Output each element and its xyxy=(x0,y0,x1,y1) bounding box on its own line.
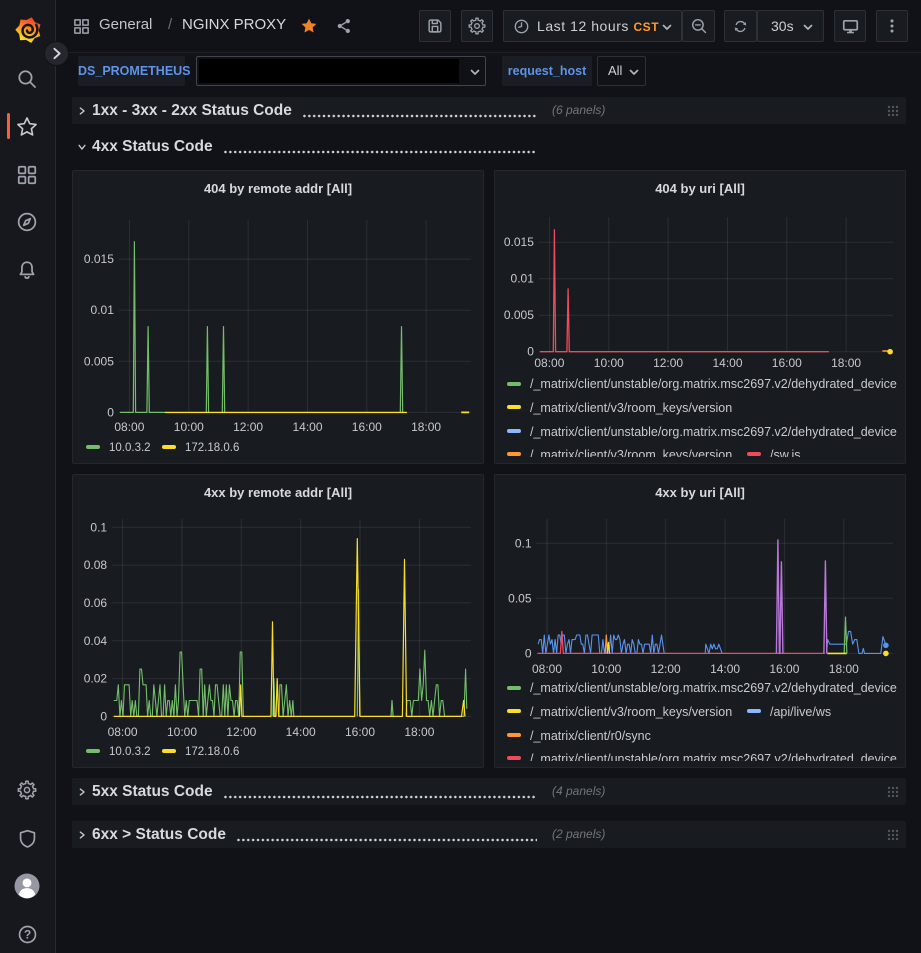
svg-text:?: ? xyxy=(24,928,31,942)
